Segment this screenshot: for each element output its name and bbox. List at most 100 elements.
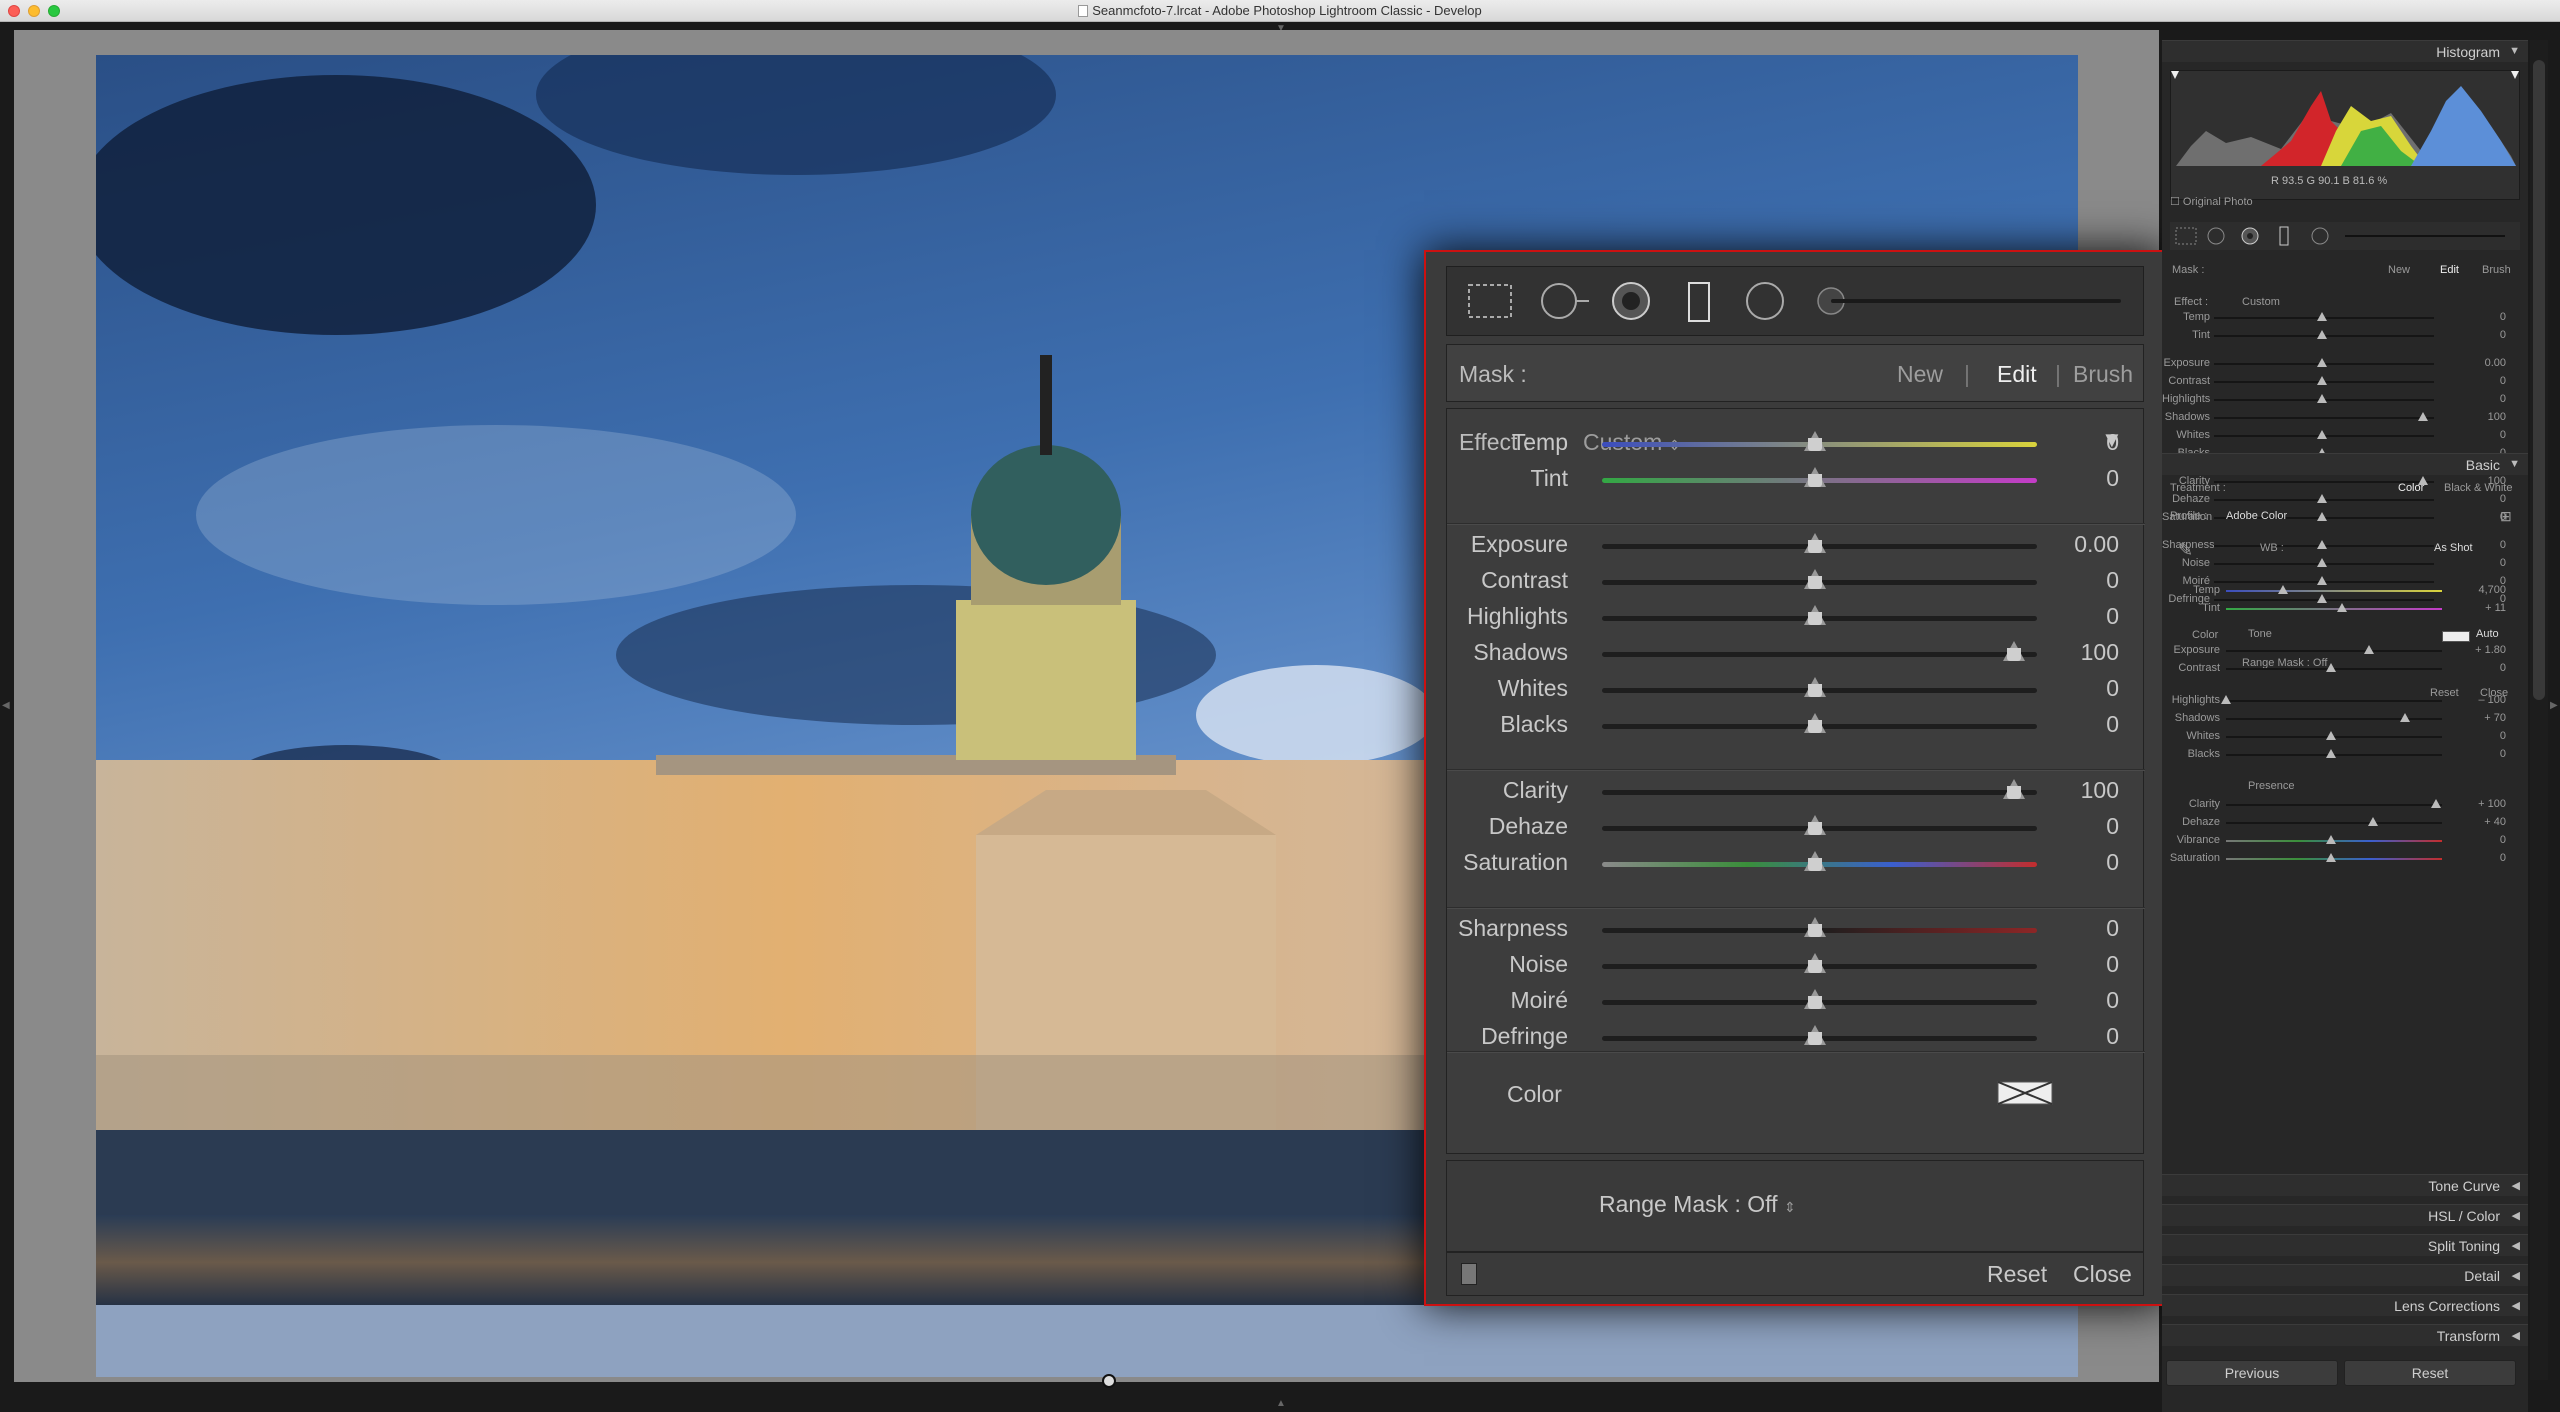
- slider-thumb[interactable]: [1803, 1025, 1826, 1045]
- basic-slider-thumb[interactable]: [2336, 603, 2347, 612]
- basic-slider-thumb[interactable]: [2326, 749, 2336, 758]
- basic-slider-thumb[interactable]: [2399, 713, 2410, 722]
- white-balance-eyedropper-icon[interactable]: ✎: [2178, 540, 2193, 561]
- basic-slider-thumb[interactable]: [2368, 817, 2378, 826]
- section-header[interactable]: Split Toning ◀: [2162, 1234, 2528, 1256]
- profile-dropdown[interactable]: Adobe Color: [2226, 510, 2287, 522]
- mask-edit-tab[interactable]: Edit: [1997, 361, 2037, 388]
- bottom-panel-toggle-icon[interactable]: ▲: [1276, 1398, 1286, 1409]
- collapse-triangle-icon: ◀: [2511, 1240, 2520, 1252]
- treatment-color-option[interactable]: Color: [2398, 482, 2424, 494]
- section-header[interactable]: HSL / Color ◀: [2162, 1204, 2528, 1226]
- color-label-mini: Color: [2192, 629, 2219, 641]
- radial-filter-icon[interactable]: [1743, 281, 1787, 321]
- basic-slider-thumb[interactable]: [2277, 585, 2288, 594]
- slider-thumb-mini[interactable]: [2316, 430, 2327, 439]
- auto-tone-button[interactable]: Auto: [2476, 628, 2499, 640]
- slider-value: 0: [2106, 567, 2119, 593]
- basic-slider-track[interactable]: [2226, 590, 2442, 592]
- treatment-bw-option[interactable]: Black & White: [2444, 482, 2512, 494]
- slider-thumb[interactable]: [1803, 851, 1826, 871]
- range-mask-dropdown[interactable]: Range Mask : Off ⇕: [1599, 1191, 1796, 1218]
- mask-tab-mini[interactable]: New: [2388, 264, 2410, 276]
- basic-slider-thumb[interactable]: [2431, 799, 2441, 808]
- histogram-header[interactable]: Histogram ▼: [2162, 40, 2528, 62]
- profile-browser-icon[interactable]: ⊞: [2500, 508, 2512, 525]
- slider-thumb[interactable]: [1803, 533, 1826, 553]
- slider-thumb[interactable]: [1803, 605, 1826, 625]
- slider-track-mini[interactable]: [2214, 417, 2434, 419]
- slider-thumb-mini[interactable]: [2316, 358, 2327, 367]
- slider-thumb-mini[interactable]: [2316, 376, 2327, 385]
- graduated-filter-icon[interactable]: [1679, 281, 1719, 325]
- wb-dropdown[interactable]: As Shot: [2434, 542, 2473, 554]
- slider-thumb-mini[interactable]: [2316, 540, 2327, 549]
- mask-tab-mini[interactable]: Edit: [2440, 264, 2459, 276]
- slider-thumb[interactable]: [1803, 569, 1826, 589]
- slider-thumb[interactable]: [2003, 641, 2026, 661]
- slider-thumb[interactable]: [1803, 953, 1826, 973]
- effect-value-mini[interactable]: Custom: [2242, 296, 2280, 308]
- mask-pin-icon[interactable]: [1102, 1374, 1116, 1388]
- basic-header[interactable]: Basic ▼: [2162, 453, 2528, 475]
- slider-track[interactable]: [1602, 652, 2037, 657]
- slider-thumb[interactable]: [1803, 677, 1826, 697]
- spot-removal-icon[interactable]: [1537, 281, 1593, 321]
- slider-track[interactable]: [1602, 790, 2037, 795]
- section-header[interactable]: Tone Curve ◀: [2162, 1174, 2528, 1196]
- section-header[interactable]: Transform ◀: [2162, 1324, 2528, 1346]
- basic-slider-thumb[interactable]: [2363, 645, 2374, 654]
- color-swatch-icon[interactable]: [1997, 1081, 2053, 1105]
- basic-slider-track[interactable]: [2226, 822, 2442, 824]
- basic-slider-track[interactable]: [2226, 650, 2442, 652]
- slider-thumb-mini[interactable]: [2316, 594, 2327, 603]
- slider-thumb[interactable]: [1803, 815, 1826, 835]
- slider-thumb[interactable]: [1803, 989, 1826, 1009]
- basic-slider-thumb[interactable]: [2326, 835, 2336, 844]
- slider-thumb[interactable]: [1803, 467, 1826, 487]
- slider-thumb[interactable]: [1803, 431, 1826, 451]
- crop-overlay-icon[interactable]: [1465, 281, 1515, 321]
- mask-tab-mini[interactable]: Brush: [2482, 264, 2511, 276]
- slider-thumb-mini[interactable]: [2316, 312, 2327, 321]
- mask-brush-tab[interactable]: Brush: [2073, 361, 2133, 388]
- slider-thumb-mini[interactable]: [2417, 412, 2428, 421]
- basic-slider-thumb[interactable]: [2326, 853, 2336, 862]
- basic-slider-track[interactable]: [2226, 804, 2442, 806]
- mask-toggle-switch[interactable]: [1461, 1263, 1477, 1285]
- section-header[interactable]: Lens Corrections ◀: [2162, 1294, 2528, 1316]
- left-panel-toggle-icon[interactable]: ◀: [2, 700, 10, 711]
- reset-button[interactable]: Reset: [1987, 1261, 2047, 1288]
- slider-value-mini: 0: [2499, 329, 2506, 341]
- slider-thumb[interactable]: [1803, 917, 1826, 937]
- mask-new-tab[interactable]: New: [1897, 361, 1943, 388]
- slider-thumb-mini[interactable]: [2316, 494, 2327, 503]
- slider-thumb[interactable]: [1803, 713, 1826, 733]
- close-button[interactable]: Close: [2073, 1261, 2132, 1288]
- basic-slider-track[interactable]: [2226, 700, 2442, 702]
- basic-slider-track[interactable]: [2226, 718, 2442, 720]
- basic-slider-thumb[interactable]: [2326, 663, 2336, 672]
- section-header[interactable]: Detail ◀: [2162, 1264, 2528, 1286]
- basic-slider-track[interactable]: [2226, 608, 2442, 610]
- scrollbar-thumb[interactable]: [2533, 60, 2545, 700]
- brush-size-slider[interactable]: [1815, 281, 2125, 321]
- treatment-label: Treatment :: [2170, 482, 2226, 494]
- slider-thumb-mini[interactable]: [2316, 330, 2327, 339]
- slider-thumb-mini[interactable]: [2316, 394, 2327, 403]
- slider-thumb-mini[interactable]: [2316, 512, 2327, 521]
- slider-value: 100: [2080, 777, 2119, 803]
- slider-thumb[interactable]: [2003, 779, 2026, 799]
- color-swatch-mini-icon[interactable]: [2442, 631, 2470, 642]
- histogram-chart[interactable]: R 93.5 G 90.1 B 81.6 %: [2170, 70, 2520, 200]
- right-panel-toggle-icon[interactable]: ▶: [2550, 700, 2558, 711]
- basic-slider-thumb[interactable]: [2221, 695, 2231, 704]
- original-photo-checkbox[interactable]: ☐ Original Photo: [2170, 195, 2253, 208]
- slider-thumb-mini[interactable]: [2316, 576, 2327, 585]
- red-eye-icon[interactable]: [1609, 281, 1653, 321]
- basic-slider-thumb[interactable]: [2326, 731, 2336, 740]
- divider: [1447, 1051, 2145, 1053]
- reset-all-button[interactable]: Reset: [2344, 1360, 2516, 1386]
- previous-button[interactable]: Previous: [2166, 1360, 2338, 1386]
- slider-thumb-mini[interactable]: [2316, 558, 2327, 567]
